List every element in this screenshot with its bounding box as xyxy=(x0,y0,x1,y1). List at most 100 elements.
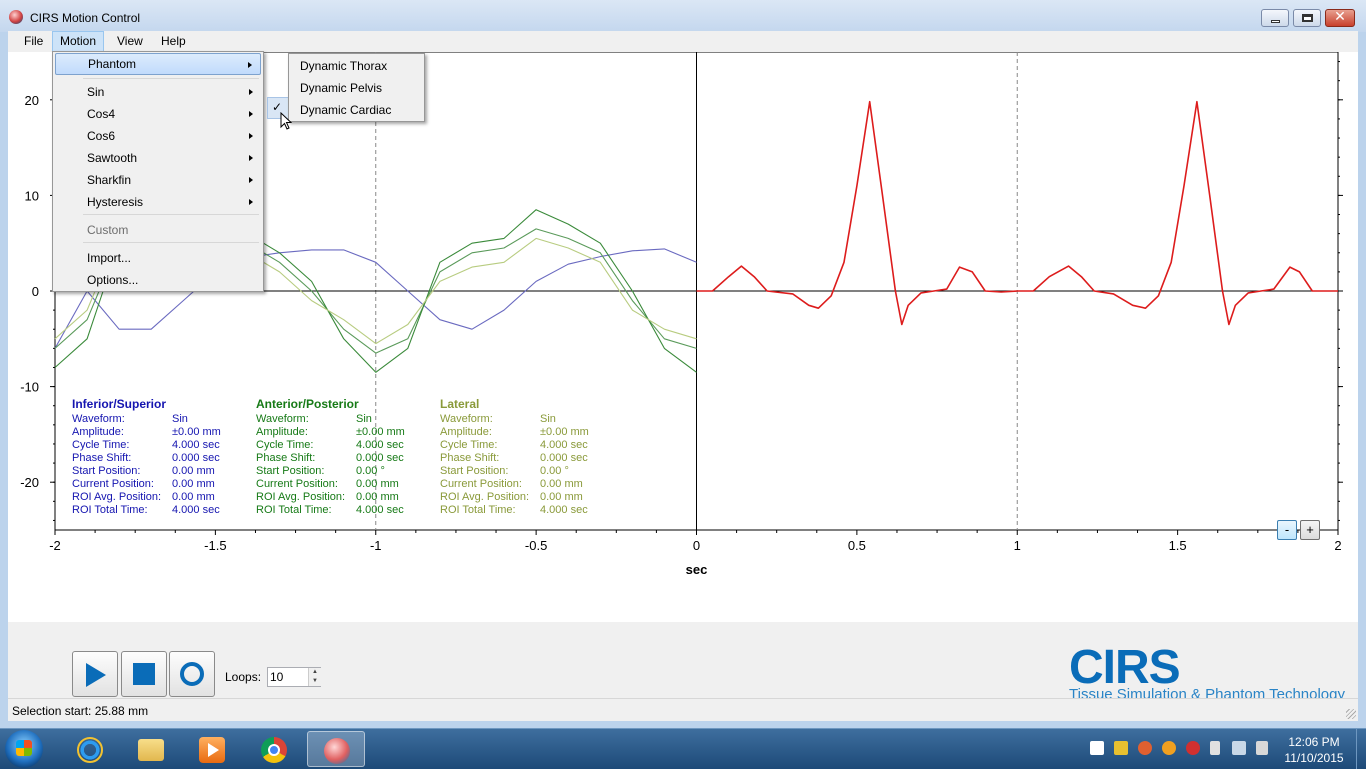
x-tick-label: 1.5 xyxy=(1169,538,1187,553)
panel-row-value: Sin xyxy=(540,413,556,425)
panel-row-label: Amplitude: xyxy=(72,426,124,438)
spin-up-button[interactable]: ▲ xyxy=(308,668,321,677)
app-icon[interactable] xyxy=(9,10,23,24)
submenu-item-dynamic-cardiac[interactable]: Dynamic Cardiac xyxy=(291,99,422,121)
menu-item-hysteresis[interactable]: Hysteresis xyxy=(55,191,261,213)
panel-row-label: Start Position: xyxy=(72,465,141,477)
show-desktop-button[interactable] xyxy=(1356,729,1366,769)
x-tick-label: -1.5 xyxy=(204,538,226,553)
menu-item-cos4[interactable]: Cos4 xyxy=(55,103,261,125)
cirs-app-icon xyxy=(324,738,350,764)
media-player-taskbar-button[interactable] xyxy=(183,731,241,767)
clock-date[interactable]: 11/10/2015 xyxy=(1282,751,1346,765)
security-shield-tray-icon[interactable] xyxy=(1114,741,1128,755)
file-explorer-taskbar-button[interactable] xyxy=(122,731,180,767)
app-tray-icon[interactable] xyxy=(1138,741,1152,755)
panel-row-value: 4.000 sec xyxy=(540,439,588,451)
panel-row-value: 0.00 mm xyxy=(172,478,215,490)
restore-button[interactable] xyxy=(1293,9,1321,27)
volume-icon[interactable] xyxy=(1256,741,1268,755)
network-icon[interactable] xyxy=(1232,741,1246,755)
menu-item-sawtooth[interactable]: Sawtooth xyxy=(55,147,261,169)
menu-item-phantom[interactable]: Phantom xyxy=(55,53,261,75)
submenu-arrow-icon xyxy=(249,155,253,161)
panel-row-label: Phase Shift: xyxy=(440,452,500,464)
submenu-item-dynamic-thorax[interactable]: Dynamic Thorax xyxy=(291,55,422,77)
chrome-icon xyxy=(261,737,287,763)
title-bar[interactable]: CIRS Motion Control ✕ xyxy=(0,0,1366,32)
internet-explorer-taskbar-button[interactable] xyxy=(61,731,119,767)
menu-item-label: Sharkfin xyxy=(87,173,132,187)
submenu-item-label: Dynamic Thorax xyxy=(300,59,388,73)
panel-row-value: 0.00 mm xyxy=(356,478,399,490)
menu-separator xyxy=(83,214,259,215)
x-tick-label: 0 xyxy=(693,538,700,553)
menu-item-cos6[interactable]: Cos6 xyxy=(55,125,261,147)
panel-row-label: Amplitude: xyxy=(256,426,308,438)
stop-button[interactable] xyxy=(121,651,167,697)
menu-item-label: Cos4 xyxy=(87,107,116,121)
windows-flag-tray-icon[interactable] xyxy=(1090,741,1104,755)
media-player-icon xyxy=(199,737,225,763)
minimize-button[interactable] xyxy=(1261,9,1289,27)
loop-button[interactable] xyxy=(169,651,215,697)
panel-row-value: 0.00 ° xyxy=(356,465,385,477)
chrome-tray-icon[interactable] xyxy=(1186,741,1200,755)
close-button[interactable]: ✕ xyxy=(1325,9,1355,27)
menu-file[interactable]: File xyxy=(17,31,50,52)
start-button[interactable] xyxy=(5,730,43,768)
menu-item-custom: Custom xyxy=(55,219,261,241)
submenu-arrow-icon xyxy=(249,133,253,139)
menu-item-sin[interactable]: Sin xyxy=(55,81,261,103)
taskbar: 12:06 PM 11/10/2015 xyxy=(0,728,1366,769)
panel-row-value: 4.000 sec xyxy=(356,504,404,516)
motion-dropdown-menu: Phantom Sin Cos4 Cos6 Sawtooth Sharkfin Hyster… xyxy=(52,51,264,292)
panel-row-label: Phase Shift: xyxy=(256,452,316,464)
panel-row-value: 0.000 sec xyxy=(172,452,220,464)
menu-help[interactable]: Help xyxy=(154,31,193,52)
panel-row-value: 0.00 mm xyxy=(540,491,583,503)
panel-row-label: Cycle Time: xyxy=(72,439,130,451)
clock-time[interactable]: 12:06 PM xyxy=(1286,735,1342,749)
loops-input[interactable]: 10 ▲ ▼ xyxy=(267,667,321,687)
menu-view[interactable]: View xyxy=(110,31,150,52)
menu-item-import[interactable]: Import... xyxy=(55,247,261,269)
panel-row-label: Cycle Time: xyxy=(256,439,314,451)
status-bar: Selection start: 25.88 mm xyxy=(8,698,1358,721)
resize-grip-icon[interactable] xyxy=(1346,709,1356,719)
panel-row-value: 4.000 sec xyxy=(172,439,220,451)
action-center-flag-icon[interactable] xyxy=(1210,741,1220,755)
menu-item-options[interactable]: Options... xyxy=(55,269,261,291)
panel-row-label: Waveform: xyxy=(440,413,493,425)
panel-row-label: Phase Shift: xyxy=(72,452,132,464)
y-tick-label: -10 xyxy=(20,380,39,395)
panel-row-value: ±0.00 mm xyxy=(540,426,589,438)
menu-item-sharkfin[interactable]: Sharkfin xyxy=(55,169,261,191)
chrome-taskbar-button[interactable] xyxy=(245,731,303,767)
panel-title: Anterior/Posterior xyxy=(256,397,359,411)
x-tick-label: 0.5 xyxy=(848,538,866,553)
mouse-cursor-icon xyxy=(280,112,293,130)
cirs-taskbar-button[interactable] xyxy=(307,731,365,767)
play-button[interactable] xyxy=(72,651,118,697)
panel-row-label: ROI Total Time: xyxy=(440,504,516,516)
panel-row-label: Amplitude: xyxy=(440,426,492,438)
menu-item-label: Import... xyxy=(87,251,132,265)
system-tray xyxy=(1086,739,1276,759)
menu-item-label: Cos6 xyxy=(87,129,116,143)
spin-down-button[interactable]: ▼ xyxy=(308,677,321,686)
submenu-item-dynamic-pelvis[interactable]: Dynamic Pelvis xyxy=(291,77,422,99)
flower-tray-icon[interactable] xyxy=(1162,741,1176,755)
zoom-in-button[interactable]: + xyxy=(1300,520,1320,540)
panel-row-label: ROI Total Time: xyxy=(256,504,332,516)
submenu-arrow-icon xyxy=(249,111,253,117)
panel-title: Lateral xyxy=(440,397,480,411)
x-tick-label: 1 xyxy=(1014,538,1021,553)
submenu-item-label: Dynamic Pelvis xyxy=(300,81,383,95)
x-tick-label: -0.5 xyxy=(525,538,547,553)
menu-motion[interactable]: Motion xyxy=(52,31,105,52)
internet-explorer-icon xyxy=(77,737,103,763)
zoom-out-button[interactable]: - xyxy=(1277,520,1297,540)
panel-row-value: 0.000 sec xyxy=(540,452,588,464)
windows-logo-icon xyxy=(16,740,32,756)
